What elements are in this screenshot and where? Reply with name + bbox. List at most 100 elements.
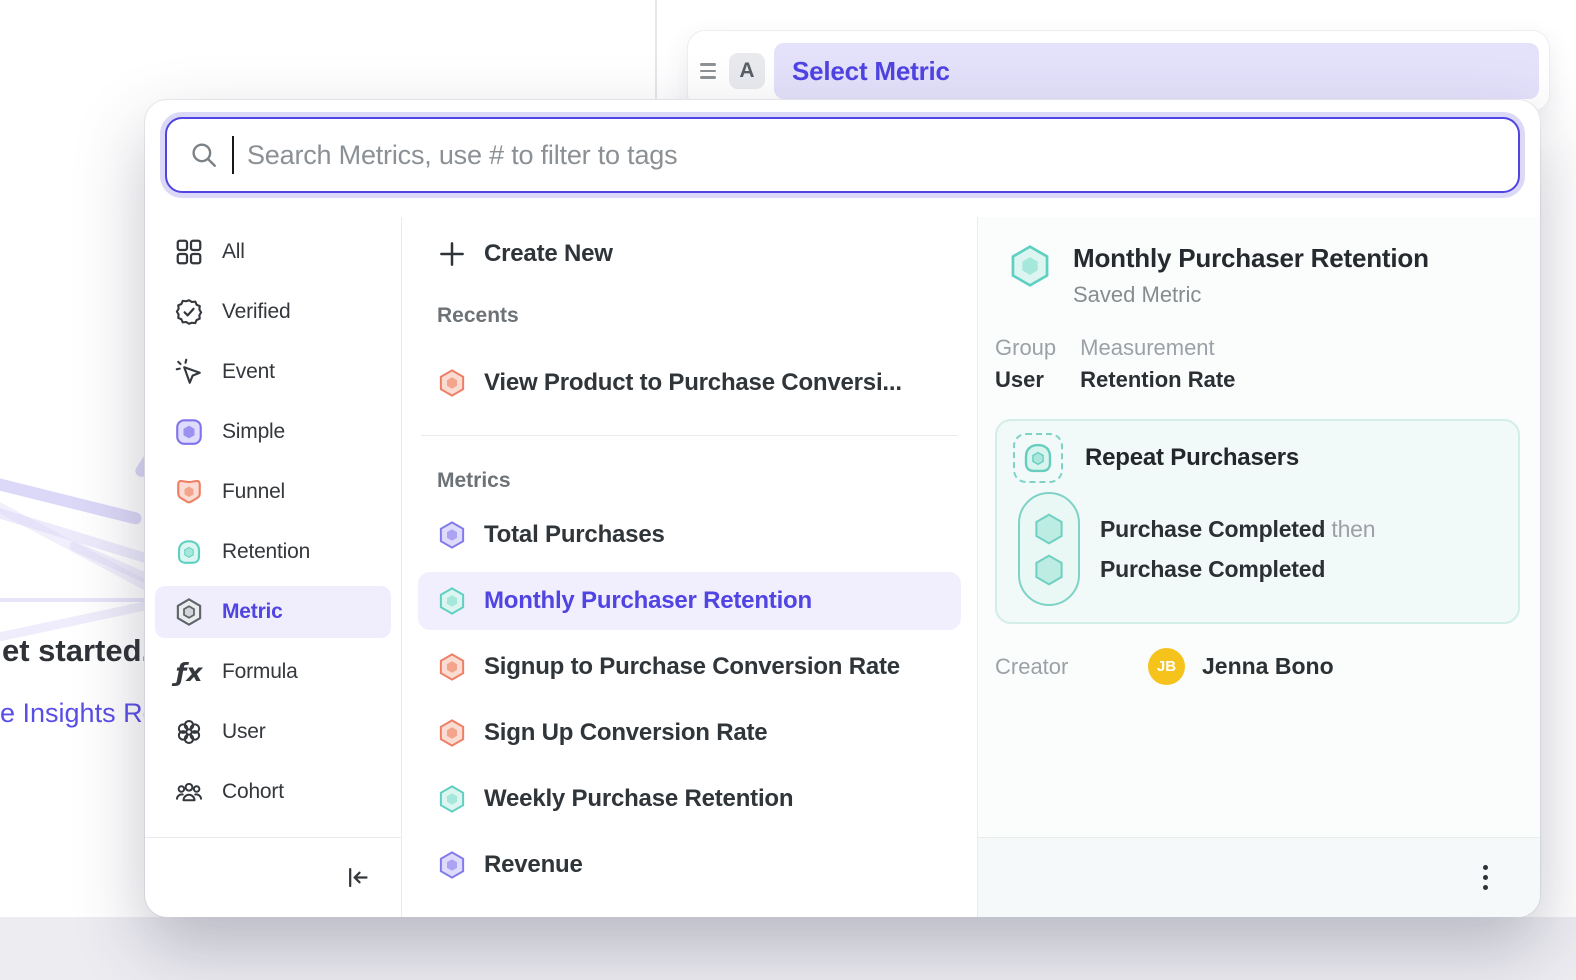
sidebar-item-label: Formula [222, 660, 298, 684]
create-new-button[interactable]: Create New [418, 230, 961, 278]
select-metric-button[interactable]: Select Metric [774, 43, 1539, 99]
creator-name: Jenna Bono [1202, 653, 1334, 680]
metric-hexagon-icon-purple [437, 520, 467, 550]
background-footer-band [0, 917, 1576, 980]
metric-hexagon-icon-salmon [437, 718, 467, 748]
search-input[interactable]: Search Metrics, use # to filter to tags [165, 117, 1520, 193]
create-new-label: Create New [484, 240, 613, 268]
list-item-sign-up-conversion-rate[interactable]: Sign Up Conversion Rate [418, 704, 961, 762]
list-item-revenue[interactable]: Revenue [418, 836, 961, 894]
sidebar-item-label: Retention [222, 540, 310, 564]
sidebar-item-all[interactable]: All [155, 226, 391, 278]
metric-picker-modal: Search Metrics, use # to filter to tags … [145, 100, 1540, 917]
list-item-label: Revenue [484, 851, 583, 879]
list-item-label: Total Purchases [484, 521, 665, 549]
sidebar-item-funnel[interactable]: Funnel [155, 466, 391, 518]
more-options-kebab-icon[interactable] [1477, 859, 1494, 896]
list-item-weekly-purchase-retention[interactable]: Weekly Purchase Retention [418, 770, 961, 828]
creator-avatar: JB [1148, 648, 1185, 685]
simple-square-hexagon-icon [174, 417, 204, 447]
card-title: Repeat Purchasers [1085, 444, 1299, 472]
sidebar-item-label: Metric [222, 600, 283, 624]
sidebar-item-metric[interactable]: Metric [155, 586, 391, 638]
sidebar-item-simple[interactable]: Simple [155, 406, 391, 458]
sidebar-item-retention[interactable]: Retention [155, 526, 391, 578]
metric-detail-panel: Monthly Purchaser Retention Saved Metric… [978, 217, 1540, 917]
section-divider [421, 435, 958, 436]
detail-meta: Group User Measurement Retention Rate [995, 335, 1520, 393]
sidebar-item-label: Verified [222, 300, 290, 324]
drag-handle-icon[interactable] [700, 63, 720, 79]
search-area: Search Metrics, use # to filter to tags [145, 100, 1540, 217]
user-flower-icon [174, 717, 204, 747]
list-item-recent[interactable]: View Product to Purchase Conversi... [418, 357, 961, 409]
select-metric-label: Select Metric [792, 56, 950, 87]
sidebar-item-label: Funnel [222, 480, 285, 504]
metric-hexagon-icon-teal-large [1007, 243, 1053, 289]
event-sequence-capsule [1018, 492, 1080, 606]
sidebar-footer [145, 837, 401, 917]
list-item-label: Signup to Purchase Conversion Rate [484, 653, 900, 681]
grid-icon [174, 237, 204, 267]
list-item-label: Monthly Purchaser Retention [484, 587, 812, 615]
list-item-signup-to-purchase-conversion-rate[interactable]: Signup to Purchase Conversion Rate [418, 638, 961, 696]
sidebar-item-cohort[interactable]: Cohort [155, 766, 391, 818]
event-hexagon-icon [1032, 553, 1066, 587]
metrics-heading: Metrics [418, 469, 961, 493]
metric-hexagon-icon-teal [437, 784, 467, 814]
detail-type-label: Saved Metric [1073, 282, 1429, 308]
event-steps: Purchase Completed then Purchase Complet… [1100, 492, 1375, 606]
list-item-monthly-purchaser-retention[interactable]: Monthly Purchaser Retention [418, 572, 961, 630]
list-item-label: Sign Up Conversion Rate [484, 719, 767, 747]
metric-hexagon-icon-teal [437, 586, 467, 616]
verified-badge-icon [174, 297, 204, 327]
list-item-label: View Product to Purchase Conversi... [484, 369, 902, 397]
metric-list-column: Create New Recents View Product to Purch… [402, 217, 978, 917]
detail-header: Monthly Purchaser Retention Saved Metric [995, 243, 1520, 308]
background-panel-divider [655, 0, 657, 100]
step-2-event: Purchase Completed [1100, 556, 1325, 582]
search-icon [189, 140, 219, 170]
list-item-total-purchases[interactable]: Total Purchases [418, 506, 961, 564]
sidebar-item-label: All [222, 240, 245, 264]
retention-arch-hexagon-icon [1020, 440, 1056, 476]
sidebar-item-label: User [222, 720, 266, 744]
saved-metric-definition-card: Repeat Purchasers [995, 419, 1520, 624]
background-insights-link-fragment[interactable]: e Insights Re [0, 698, 158, 729]
sidebar-item-user[interactable]: User [155, 706, 391, 758]
metrics-list: Total Purchases Monthly Purchaser Retent… [418, 506, 961, 894]
measurement-meta: Measurement Retention Rate [1080, 335, 1235, 393]
sidebar-item-label: Event [222, 360, 275, 384]
step-1-event: Purchase Completed [1100, 516, 1325, 542]
retention-behavior-icon [1013, 433, 1063, 483]
plus-icon [437, 239, 467, 269]
cohort-people-icon [174, 777, 204, 807]
formula-fx-icon: ƒx [174, 657, 204, 687]
search-placeholder: Search Metrics, use # to filter to tags [247, 140, 677, 171]
series-a-badge[interactable]: A [729, 53, 765, 89]
recents-heading: Recents [418, 304, 961, 328]
metric-hexagon-icon-salmon [437, 368, 467, 398]
retention-arch-hexagon-icon [174, 537, 204, 567]
step-connector: then [1331, 516, 1375, 542]
background-headline-fragment: et started. [2, 633, 150, 669]
text-caret [232, 136, 234, 174]
creator-row: Creator JB Jenna Bono [995, 648, 1520, 685]
metric-hexagon-icon-purple [437, 850, 467, 880]
sidebar-item-formula[interactable]: ƒx Formula [155, 646, 391, 698]
group-value: User [995, 367, 1056, 393]
metric-hexagon-icon-salmon [437, 652, 467, 682]
event-hexagon-icon [1032, 512, 1066, 546]
detail-footer [978, 837, 1540, 917]
detail-title: Monthly Purchaser Retention [1073, 243, 1429, 274]
category-sidebar: All Verified Eve [145, 217, 402, 917]
group-label: Group [995, 335, 1056, 361]
creator-label: Creator [995, 654, 1148, 680]
collapse-sidebar-icon[interactable] [344, 864, 371, 891]
sidebar-item-event[interactable]: Event [155, 346, 391, 398]
sidebar-item-verified[interactable]: Verified [155, 286, 391, 338]
sidebar-item-label: Cohort [222, 780, 284, 804]
sidebar-item-label: Simple [222, 420, 285, 444]
metric-hexagon-icon [174, 597, 204, 627]
group-meta: Group User [995, 335, 1056, 393]
